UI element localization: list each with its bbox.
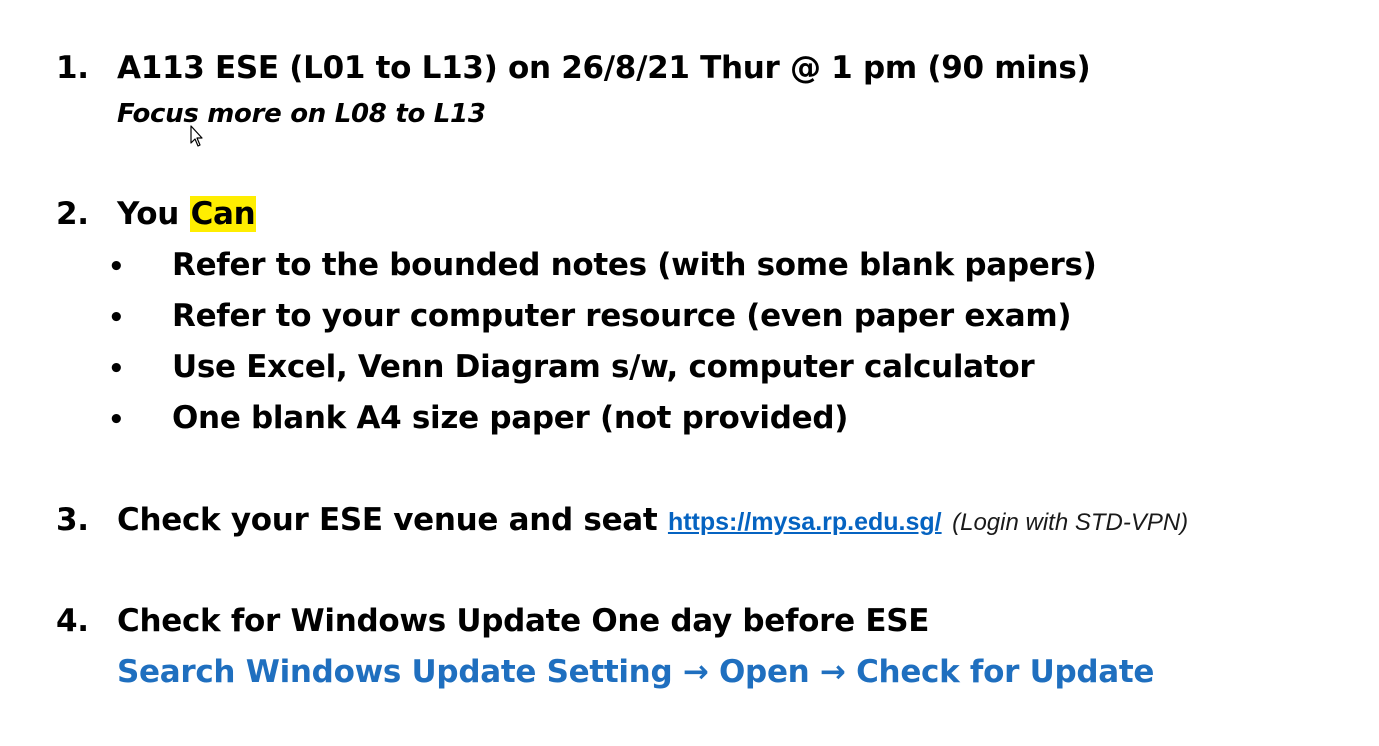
item-2: 2. You Can (56, 194, 257, 234)
list-item: • Refer to your computer resource (even p… (108, 296, 1097, 347)
highlighted-word: Can (189, 196, 257, 232)
list-item-text: Use Excel, Venn Diagram s/w, computer ca… (172, 349, 1035, 385)
item-number: 1. (56, 50, 89, 86)
list-item-text: Refer to your computer resource (even pa… (172, 298, 1072, 334)
item-2-bullet-list: • Refer to the bounded notes (with some b… (108, 245, 1097, 449)
item-1: 1. A113 ESE (L01 to L13) on 26/8/21 Thur … (56, 48, 1091, 88)
item-number: 3. (56, 502, 89, 538)
list-item: • One blank A4 size paper (not provided) (108, 398, 1097, 449)
list-item-text: Refer to the bounded notes (with some bl… (172, 247, 1097, 283)
slide: 1. A113 ESE (L01 to L13) on 26/8/21 Thur … (0, 0, 1379, 746)
item-text: Check your ESE venue and seat (117, 502, 668, 538)
item-text: A113 ESE (L01 to L13) on 26/8/21 Thur @ … (117, 50, 1091, 86)
bullet-icon: • (108, 303, 125, 333)
item-4: 4. Check for Windows Update One day befor… (56, 601, 929, 641)
bullet-icon: • (108, 252, 125, 282)
mysa-link[interactable]: https://mysa.rp.edu.sg/ (668, 508, 942, 536)
item-number: 2. (56, 196, 89, 232)
item-number: 4. (56, 603, 89, 639)
item-3: 3. Check your ESE venue and seat https://… (56, 500, 1188, 543)
login-note: (Login with STD-VPN) (952, 509, 1189, 536)
list-item: • Refer to the bounded notes (with some b… (108, 245, 1097, 296)
mouse-pointer-icon (190, 125, 203, 147)
windows-update-instructions: Search Windows Update Setting → Open → C… (117, 654, 1155, 690)
item-1-subtext: Focus more on L08 to L13 (117, 99, 486, 129)
item-text: Check for Windows Update One day before … (117, 603, 930, 639)
bullet-icon: • (108, 405, 125, 435)
item-text: You (117, 196, 190, 232)
bullet-icon: • (108, 354, 125, 384)
list-item-text: One blank A4 size paper (not provided) (172, 400, 849, 436)
list-item: • Use Excel, Venn Diagram s/w, computer c… (108, 347, 1097, 398)
